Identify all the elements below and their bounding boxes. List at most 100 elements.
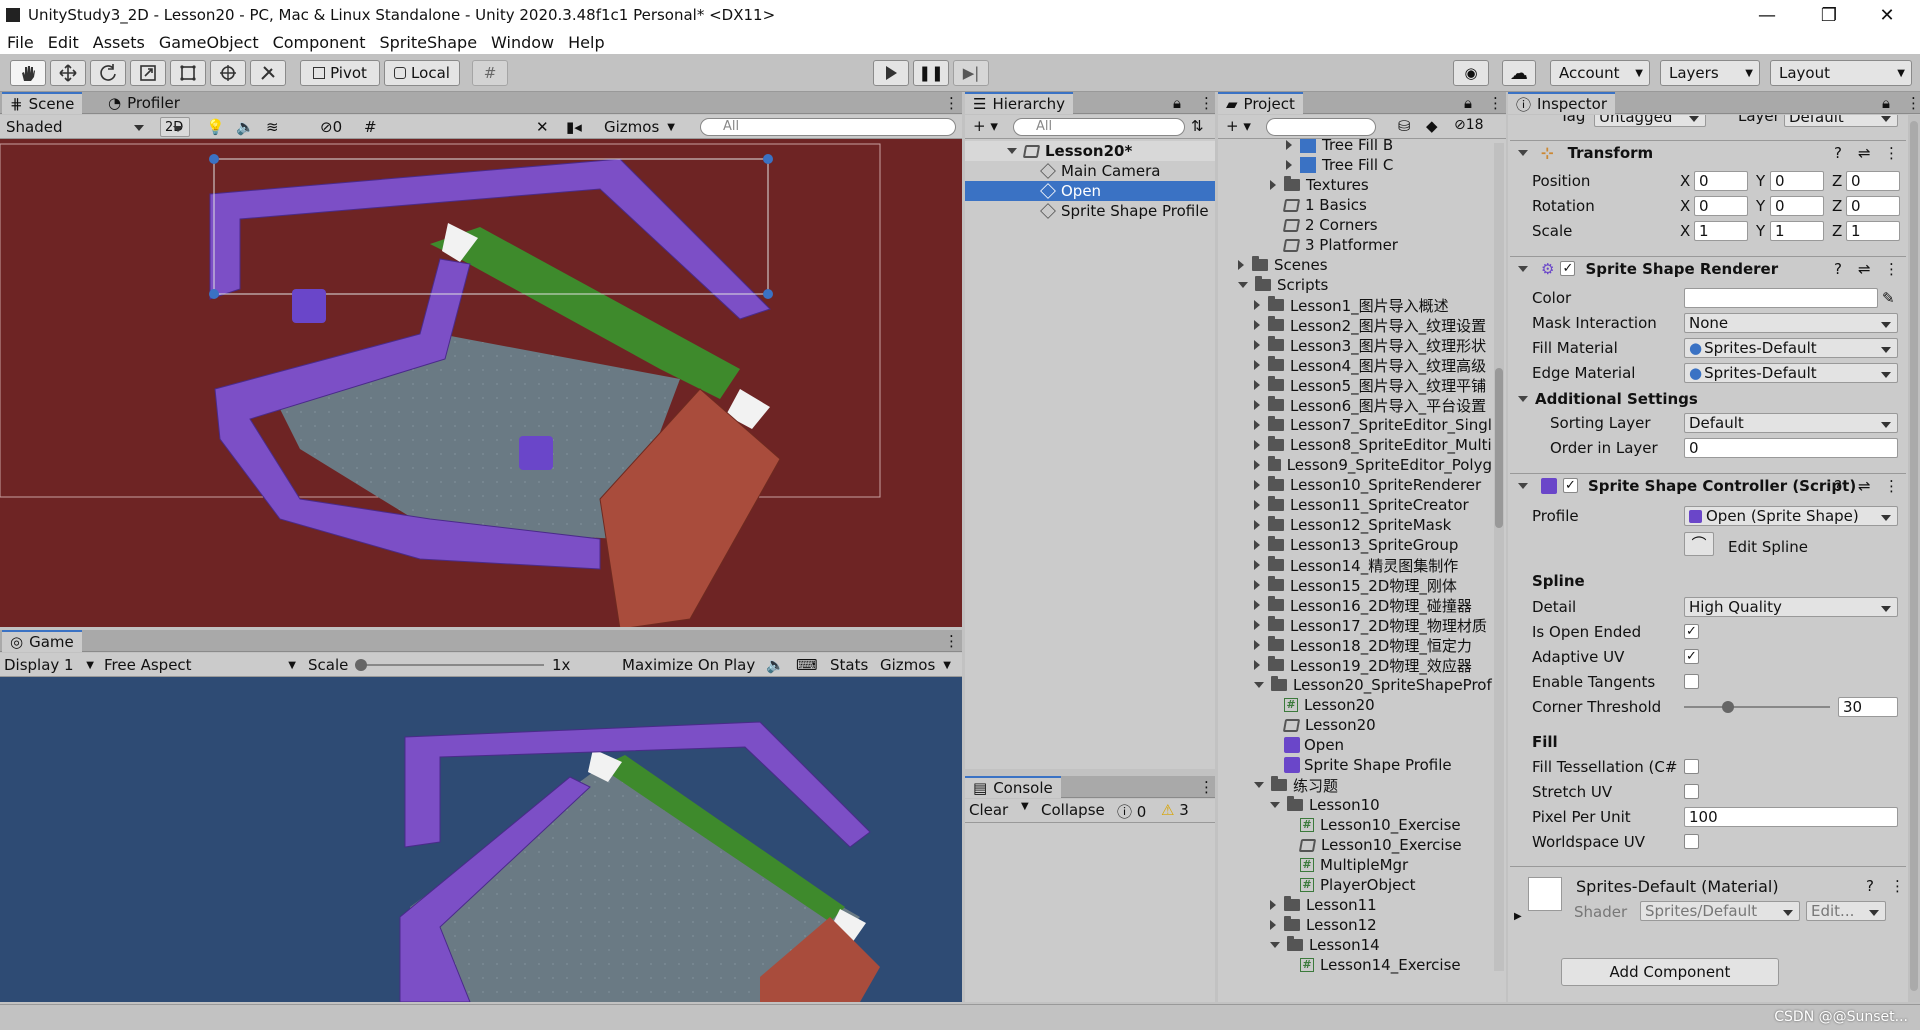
position-y-field[interactable]: 0 [1770, 171, 1824, 191]
project-scrollbar[interactable] [1494, 143, 1504, 971]
position-z-field[interactable]: 0 [1846, 171, 1900, 191]
grid-toggle-icon[interactable]: # [364, 118, 377, 136]
worldspace-uv-checkbox[interactable] [1684, 834, 1699, 849]
project-item[interactable]: Lesson18_2D物理_恒定力 [1218, 635, 1492, 655]
chevron-right-icon[interactable] [1254, 440, 1260, 450]
bounds-handle[interactable] [763, 154, 773, 164]
inspector-lock-icon[interactable]: 🔒︎ [1874, 92, 1898, 114]
add-component-button[interactable]: Add Component [1561, 958, 1779, 986]
chevron-right-icon[interactable] [1254, 400, 1260, 410]
menu-window[interactable]: Window [484, 33, 561, 52]
menu-assets[interactable]: Assets [86, 33, 152, 52]
chevron-down-icon[interactable] [1518, 149, 1528, 156]
game-gizmos-dropdown[interactable]: Gizmos ▼ [880, 655, 960, 675]
chevron-down-icon[interactable] [1270, 942, 1280, 948]
scene-root-row[interactable]: Lesson20* [965, 141, 1215, 161]
error-count-toggle[interactable]: ⓘ 0 [1117, 801, 1146, 822]
preset-icon[interactable]: ⇌ [1858, 477, 1871, 495]
tab-game[interactable]: ◎ Game [2, 630, 82, 652]
project-item[interactable]: Lesson11_SpriteCreator [1218, 495, 1492, 515]
shader-dropdown[interactable]: Sprites/Default [1640, 901, 1800, 921]
project-item[interactable]: # Lesson10_Exercise [1218, 815, 1492, 835]
tools-toggle-icon[interactable]: ✕ [536, 118, 549, 136]
rotation-x-field[interactable]: 0 [1694, 196, 1748, 216]
hidden-objects-icon[interactable]: ⊘0 [320, 118, 342, 136]
project-item[interactable]: Scenes [1218, 255, 1492, 275]
audio-icon[interactable]: 🔈 [236, 118, 255, 136]
rotation-y-field[interactable]: 0 [1770, 196, 1824, 216]
project-item[interactable]: Textures [1218, 175, 1492, 195]
position-x-field[interactable]: 0 [1694, 171, 1748, 191]
scene-search-input[interactable]: All [700, 118, 956, 136]
chevron-right-icon[interactable] [1254, 560, 1260, 570]
sprite-shape-gizmo-icon[interactable] [292, 289, 326, 323]
project-item[interactable]: Lesson20 [1218, 715, 1492, 735]
clear-dropdown-icon[interactable]: ▼ [1021, 801, 1029, 812]
eyedropper-icon[interactable]: ✎ [1882, 289, 1895, 307]
layer-dropdown[interactable]: Default [1784, 115, 1898, 127]
project-item[interactable]: Lesson13_SpriteGroup [1218, 535, 1492, 555]
renderer-enabled-checkbox[interactable]: ✓ [1560, 261, 1576, 276]
menu-component[interactable]: Component [266, 33, 373, 52]
menu-file[interactable]: File [0, 33, 41, 52]
project-item[interactable]: Lesson6_图片导入_平台设置 [1218, 395, 1492, 415]
preset-icon[interactable]: ⇌ [1858, 260, 1871, 278]
enable-tangents-checkbox[interactable] [1684, 674, 1699, 689]
rotation-z-field[interactable]: 0 [1846, 196, 1900, 216]
project-item[interactable]: 1 Basics [1218, 195, 1492, 215]
tab-inspector[interactable]: ⓘ Inspector [1508, 92, 1615, 114]
chevron-right-icon[interactable] [1270, 900, 1276, 910]
chevron-right-icon[interactable] [1270, 920, 1276, 930]
adaptive-uv-checkbox[interactable]: ✓ [1684, 649, 1699, 664]
menu-spriteshape[interactable]: SpriteShape [372, 33, 484, 52]
local-toggle[interactable]: Local [384, 60, 460, 86]
fill-tessellation-checkbox[interactable] [1684, 759, 1699, 774]
menu-edit[interactable]: Edit [41, 33, 86, 52]
chevron-down-icon[interactable] [1238, 282, 1248, 288]
project-item[interactable]: # Lesson14_Exercise [1218, 955, 1492, 975]
help-icon[interactable]: ? [1834, 477, 1842, 495]
move-tool-button[interactable] [50, 60, 86, 86]
chevron-down-icon[interactable] [1270, 802, 1280, 808]
project-item[interactable]: Lesson19_2D物理_效应器 [1218, 655, 1492, 675]
project-item[interactable]: 练习题 [1218, 775, 1492, 795]
edge-material-field[interactable]: ● Sprites-Default [1684, 363, 1898, 383]
project-item[interactable]: Lesson10 [1218, 795, 1492, 815]
chevron-right-icon[interactable] [1254, 540, 1260, 550]
project-item[interactable]: Sprite Shape Profile [1218, 755, 1492, 775]
collab-button[interactable]: ◉ [1453, 60, 1489, 86]
project-item[interactable]: Lesson14_精灵图集制作 [1218, 555, 1492, 575]
project-item[interactable]: Lesson2_图片导入_纹理设置 [1218, 315, 1492, 335]
warning-count-toggle[interactable]: ⚠ 3 [1161, 801, 1189, 819]
tab-project[interactable]: ▰ Project [1218, 92, 1303, 114]
project-item[interactable]: Lesson10_SpriteRenderer [1218, 475, 1492, 495]
corner-threshold-slider[interactable] [1684, 701, 1830, 713]
step-button[interactable]: ▶| [953, 60, 989, 86]
color-field[interactable] [1684, 288, 1878, 308]
sort-icon[interactable]: ⇅ [1191, 117, 1204, 135]
hierarchy-item-selected[interactable]: Open [965, 181, 1215, 201]
chevron-right-icon[interactable] [1254, 580, 1260, 590]
tab-hierarchy[interactable]: ☰ Hierarchy [965, 92, 1073, 114]
help-icon[interactable]: ? [1866, 877, 1874, 895]
inspector-scroll-thumb[interactable] [1910, 121, 1918, 991]
corner-threshold-field[interactable]: 30 [1838, 697, 1898, 717]
grid-snap-button[interactable]: # [472, 60, 508, 86]
order-in-layer-field[interactable]: 0 [1684, 438, 1898, 458]
help-icon[interactable]: ? [1834, 260, 1842, 278]
minimize-button[interactable]: — [1744, 0, 1790, 30]
project-lock-icon[interactable]: 🔒︎ [1456, 92, 1480, 114]
chevron-down-icon[interactable] [1518, 265, 1528, 272]
project-menu-icon[interactable]: ⋮ [1480, 92, 1511, 114]
rotate-tool-button[interactable] [90, 60, 126, 86]
chevron-right-icon[interactable] [1254, 620, 1260, 630]
chevron-right-icon[interactable] [1254, 300, 1260, 310]
chevron-right-icon[interactable] [1254, 460, 1260, 470]
stats-toggle[interactable]: Stats [830, 656, 868, 674]
filter-type-icon[interactable]: ⛁ [1398, 117, 1411, 135]
hierarchy-item[interactable]: Main Camera [965, 161, 1215, 181]
component-menu-icon[interactable]: ⋮ [1884, 144, 1899, 162]
chevron-right-icon[interactable] [1254, 520, 1260, 530]
aspect-dropdown[interactable]: Free Aspect ▼ [104, 655, 298, 675]
project-item[interactable]: 3 Platformer [1218, 235, 1492, 255]
